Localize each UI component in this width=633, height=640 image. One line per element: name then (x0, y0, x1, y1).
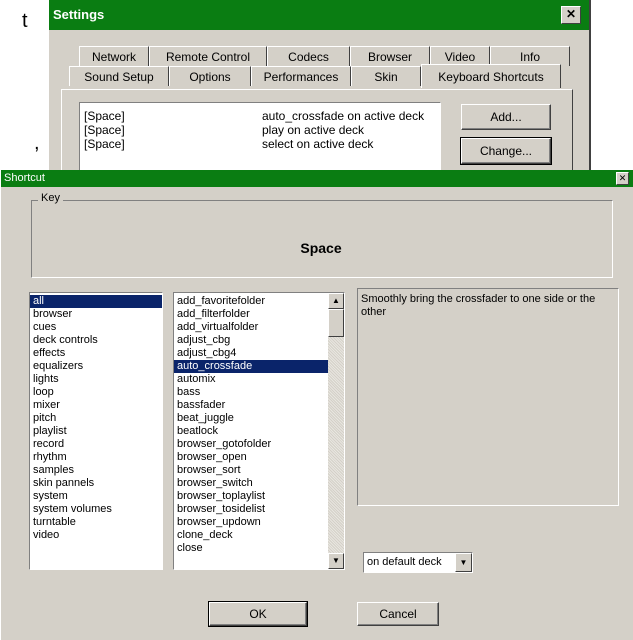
action-item[interactable]: browser_sort (174, 464, 344, 477)
tab-remote-control[interactable]: Remote Control (149, 46, 267, 66)
shortcut-key: [Space] (84, 137, 125, 151)
category-item[interactable]: effects (30, 347, 162, 360)
action-item[interactable]: bassfader (174, 399, 344, 412)
tab-options[interactable]: Options (169, 66, 251, 86)
action-description: Smoothly bring the crossfader to one sid… (357, 288, 619, 506)
action-item[interactable]: browser_tosidelist (174, 503, 344, 516)
add-button[interactable]: Add... (461, 104, 551, 130)
action-item[interactable]: browser_updown (174, 516, 344, 529)
action-item[interactable]: bass (174, 386, 344, 399)
cancel-button[interactable]: Cancel (357, 602, 439, 626)
action-item[interactable]: add_favoritefolder (174, 295, 344, 308)
shortcut-window: Shortcut ✕ Key Space all browser cues deck … (0, 170, 633, 640)
background-text-comma: , (34, 132, 40, 154)
shortcut-key: [Space] (84, 123, 125, 137)
category-item[interactable]: deck controls (30, 334, 162, 347)
action-list[interactable]: add_favoritefolder add_filterfolder add_vi… (173, 292, 345, 570)
action-item[interactable]: add_filterfolder (174, 308, 344, 321)
key-value: Space (300, 240, 342, 256)
action-item[interactable]: adjust_cbg4 (174, 347, 344, 360)
action-item[interactable]: adjust_cbg (174, 334, 344, 347)
action-item[interactable]: beat_juggle (174, 412, 344, 425)
key-group-label: Key (38, 192, 63, 204)
shortcut-key: [Space] (84, 109, 125, 123)
settings-window: Settings ✕ Network Remote Control Codecs… (48, 0, 591, 180)
category-list[interactable]: all browser cues deck controls effects equali… (29, 292, 163, 570)
action-item[interactable]: automix (174, 373, 344, 386)
tab-network[interactable]: Network (79, 46, 149, 66)
category-item[interactable]: samples (30, 464, 162, 477)
category-item[interactable]: loop (30, 386, 162, 399)
action-list-scrollbar[interactable]: ▲ ▼ (328, 293, 344, 569)
action-item[interactable]: auto_crossfade (174, 360, 344, 373)
category-item[interactable]: video (30, 529, 162, 542)
tab-browser[interactable]: Browser (350, 46, 430, 66)
tab-skin[interactable]: Skin (351, 66, 421, 86)
key-group (31, 200, 613, 278)
shortcut-action: select on active deck (262, 137, 374, 151)
ok-button[interactable]: OK (208, 601, 308, 627)
category-item[interactable]: system (30, 490, 162, 503)
scroll-up-icon[interactable]: ▲ (328, 293, 344, 309)
shortcut-list[interactable]: [Space] auto_crossfade on active deck [S… (79, 102, 441, 180)
tab-info[interactable]: Info (490, 46, 570, 66)
action-item[interactable]: clone_deck (174, 529, 344, 542)
settings-close-icon[interactable]: ✕ (561, 6, 581, 24)
chevron-down-icon[interactable]: ▼ (455, 553, 472, 572)
category-item[interactable]: all (30, 295, 162, 308)
background-text-t: t (22, 10, 28, 32)
shortcut-titlebar[interactable]: Shortcut ✕ (1, 170, 633, 187)
shortcut-title: Shortcut (4, 172, 45, 184)
shortcut-action: auto_crossfade on active deck (262, 109, 425, 123)
action-item[interactable]: beatlock (174, 425, 344, 438)
deck-select-value: on default deck (367, 556, 442, 568)
category-item[interactable]: rhythm (30, 451, 162, 464)
tab-video[interactable]: Video (430, 46, 490, 66)
category-item[interactable]: lights (30, 373, 162, 386)
category-item[interactable]: record (30, 438, 162, 451)
shortcut-action: play on active deck (262, 123, 365, 137)
category-item[interactable]: turntable (30, 516, 162, 529)
tab-codecs[interactable]: Codecs (267, 46, 350, 66)
category-item[interactable]: system volumes (30, 503, 162, 516)
category-item[interactable]: mixer (30, 399, 162, 412)
action-item[interactable]: browser_switch (174, 477, 344, 490)
deck-select[interactable]: on default deck ▼ (363, 552, 473, 573)
tab-sound-setup[interactable]: Sound Setup (69, 66, 169, 86)
scroll-down-icon[interactable]: ▼ (328, 553, 344, 569)
action-item[interactable]: add_virtualfolder (174, 321, 344, 334)
shortcut-close-icon[interactable]: ✕ (616, 172, 629, 185)
category-item[interactable]: pitch (30, 412, 162, 425)
category-item[interactable]: equalizers (30, 360, 162, 373)
category-item[interactable]: skin pannels (30, 477, 162, 490)
tab-performances[interactable]: Performances (251, 66, 351, 86)
settings-title: Settings (53, 7, 105, 22)
category-item[interactable]: cues (30, 321, 162, 334)
tab-keyboard-shortcuts[interactable]: Keyboard Shortcuts (421, 64, 561, 88)
change-button[interactable]: Change... (460, 137, 552, 165)
action-item[interactable]: browser_toplaylist (174, 490, 344, 503)
category-item[interactable]: browser (30, 308, 162, 321)
settings-titlebar[interactable]: Settings ✕ (49, 0, 589, 30)
action-item[interactable]: close (174, 542, 344, 555)
action-item[interactable]: browser_gotofolder (174, 438, 344, 451)
scroll-thumb[interactable] (328, 309, 344, 337)
category-item[interactable]: playlist (30, 425, 162, 438)
action-item[interactable]: browser_open (174, 451, 344, 464)
